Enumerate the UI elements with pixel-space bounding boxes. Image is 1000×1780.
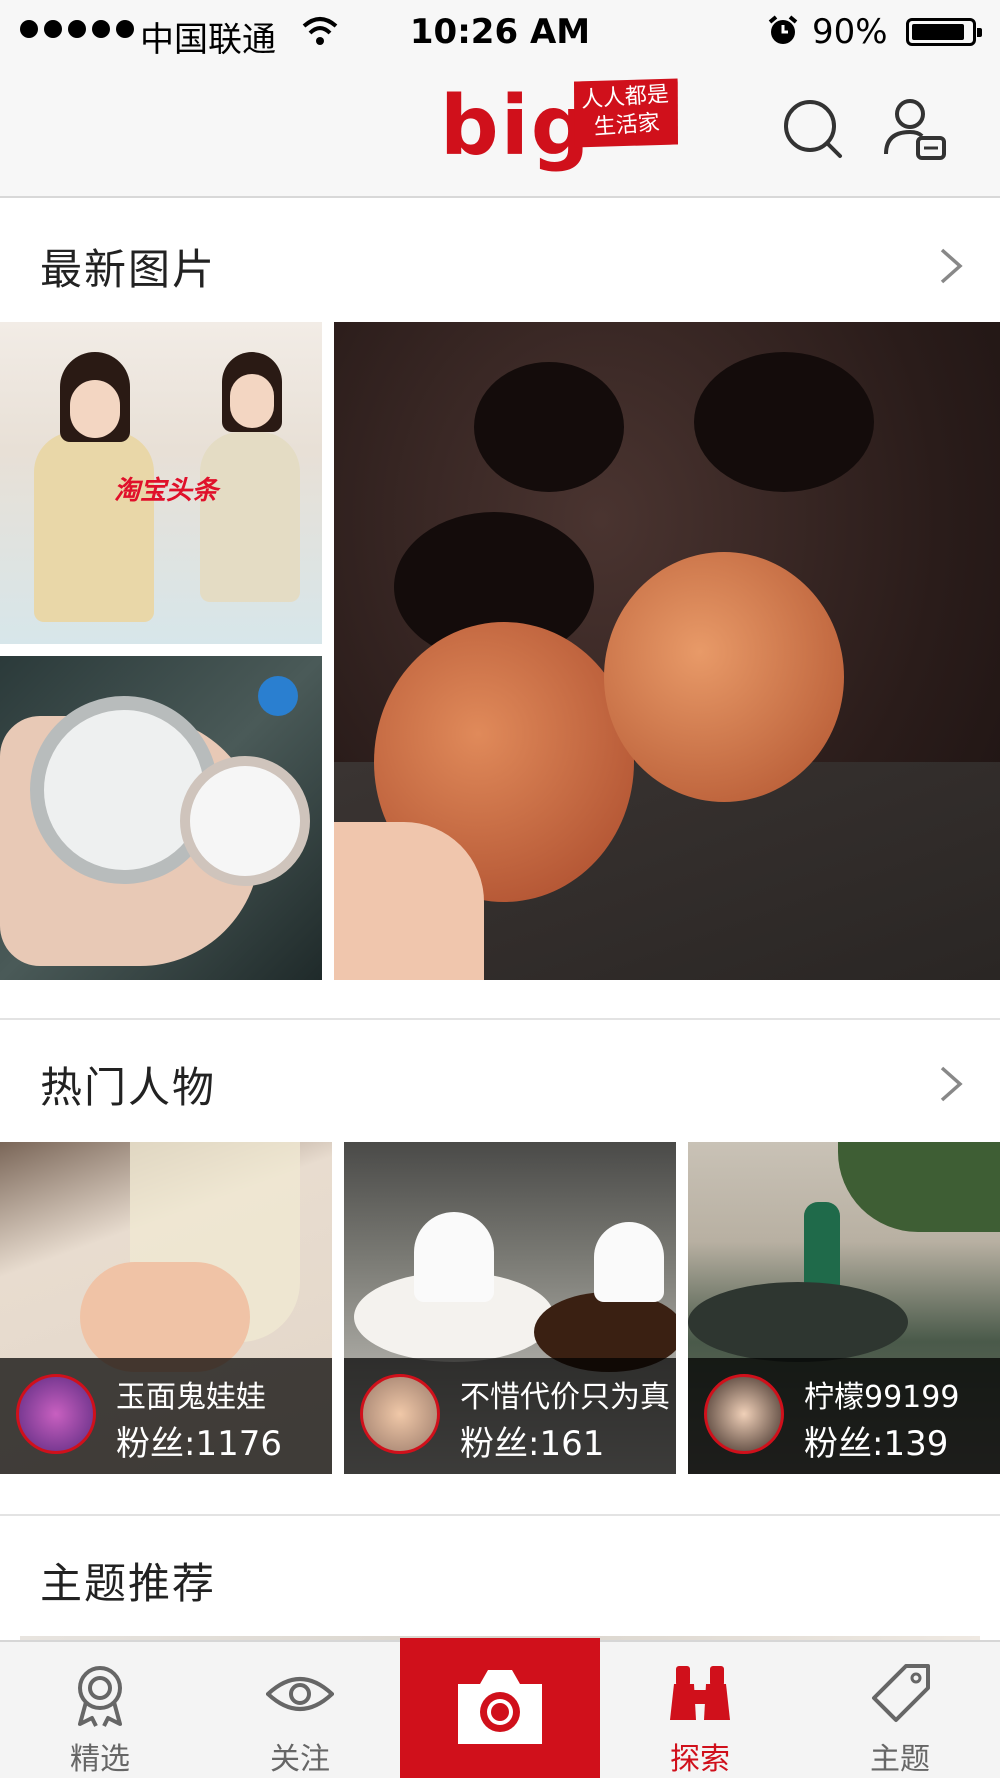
person-fans-count: 粉丝:139 (804, 1424, 949, 1464)
tab-topics[interactable]: 主题 (800, 1642, 1000, 1780)
tag-icon (872, 1664, 930, 1722)
person-info-overlay: 玉面鬼娃娃 粉丝:1176 (0, 1358, 332, 1474)
battery-icon (906, 18, 982, 46)
avatar[interactable] (16, 1374, 96, 1454)
photo-tag: 淘宝头条 (114, 476, 219, 506)
tab-label: 探索 (670, 1742, 730, 1777)
person-name: 不惜代价只为真 (460, 1380, 670, 1415)
section-title-hot-people: 热门人物 (40, 1063, 217, 1112)
person-info-overlay: 柠檬99199 粉丝:139 (688, 1358, 1000, 1474)
chevron-right-icon[interactable] (934, 1064, 968, 1104)
tab-explore[interactable]: 探索 (600, 1642, 800, 1780)
camera-icon (458, 1670, 542, 1744)
section-divider (0, 1514, 1000, 1516)
person-name: 柠檬99199 (804, 1380, 960, 1415)
avatar[interactable] (360, 1374, 440, 1454)
nav-bar: big 人人都是 生活家 (0, 64, 1000, 198)
status-bar: 中国联通 10:26 AM 90% (0, 0, 1000, 64)
search-icon[interactable] (778, 94, 848, 164)
person-fans-count: 粉丝:161 (460, 1424, 605, 1464)
photo-watches[interactable] (0, 656, 322, 980)
tab-label: 关注 (270, 1742, 330, 1777)
photo-rudraksha-beads[interactable] (334, 322, 1000, 980)
person-card[interactable]: 不惜代价只为真 粉丝:161 (344, 1142, 676, 1474)
person-fans-count: 粉丝:1176 (116, 1424, 282, 1464)
person-info-overlay: 不惜代价只为真 粉丝:161 (344, 1358, 676, 1474)
section-title-topics: 主题推荐 (40, 1559, 217, 1608)
photo-girls-dresses[interactable]: 淘宝头条 (0, 322, 322, 644)
app-logo: big (440, 79, 592, 174)
person-card[interactable]: 柠檬99199 粉丝:139 (688, 1142, 1000, 1474)
person-card[interactable]: 玉面鬼娃娃 粉丝:1176 (0, 1142, 332, 1474)
tab-label: 主题 (870, 1742, 930, 1777)
alarm-icon (768, 15, 798, 44)
award-icon (78, 1666, 122, 1727)
logo-slogan: 人人都是 生活家 (570, 74, 683, 151)
section-title-latest-photos: 最新图片 (40, 245, 217, 294)
chevron-right-icon[interactable] (934, 246, 968, 286)
tab-featured[interactable]: 精选 (0, 1642, 200, 1780)
tab-label: 精选 (70, 1742, 130, 1777)
battery-percentage: 90% (812, 12, 888, 52)
profile-icon[interactable] (880, 94, 950, 164)
camera-button[interactable] (400, 1638, 600, 1778)
binoculars-icon (670, 1666, 730, 1720)
section-divider (0, 1018, 1000, 1020)
eye-icon (266, 1677, 334, 1711)
avatar[interactable] (704, 1374, 784, 1454)
person-name: 玉面鬼娃娃 (116, 1380, 266, 1415)
tab-following[interactable]: 关注 (200, 1642, 400, 1780)
